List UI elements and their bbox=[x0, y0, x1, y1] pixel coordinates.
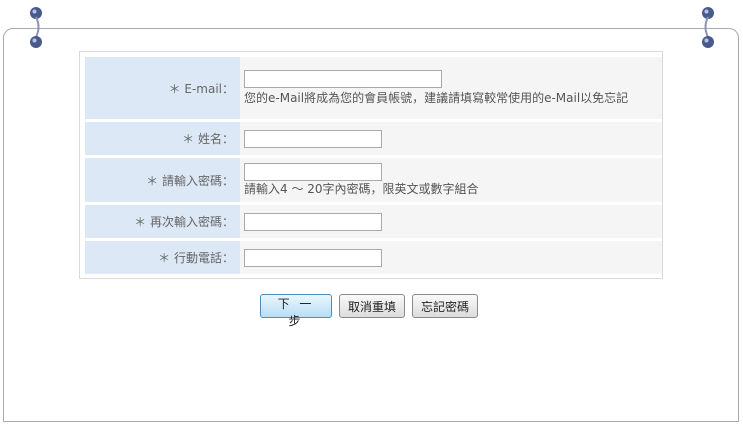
name-field-cell bbox=[240, 122, 662, 155]
password-note: 請輸入4 ～ 20字內密碼，限英文或數字組合 bbox=[244, 181, 479, 196]
email-field-cell: 您的e-Mail將成為您的會員帳號，建議請填寫較常使用的e-Mail以免忘記 bbox=[240, 57, 662, 119]
name-input[interactable] bbox=[244, 129, 382, 148]
reset-button[interactable]: 取消重填 bbox=[339, 294, 406, 318]
registration-form: ＊ E-mail： 您的e-Mail將成為您的會員帳號，建議請填寫較常使用的e-… bbox=[79, 51, 663, 279]
form-buttons: 下 一 步 取消重填 忘記密碼 bbox=[260, 294, 479, 328]
email-row: ＊ E-mail： 您的e-Mail將成為您的會員帳號，建議請填寫較常使用的e-… bbox=[85, 57, 662, 119]
binder-ring-icon bbox=[29, 5, 43, 49]
mobile-label: ＊ 行動電話： bbox=[85, 241, 240, 274]
password-label: ＊ 請輸入密碼： bbox=[85, 158, 240, 202]
confirm-password-label: ＊ 再次輸入密碼： bbox=[85, 205, 240, 238]
mobile-input[interactable] bbox=[244, 248, 382, 267]
name-label: ＊ 姓名： bbox=[85, 122, 240, 155]
binder-ring-icon bbox=[701, 5, 715, 49]
confirm-password-input[interactable] bbox=[244, 212, 382, 231]
password-row: ＊ 請輸入密碼： 請輸入4 ～ 20字內密碼，限英文或數字組合 bbox=[85, 158, 662, 202]
form-table: ＊ E-mail： 您的e-Mail將成為您的會員帳號，建議請填寫較常使用的e-… bbox=[85, 54, 662, 277]
mobile-row: ＊ 行動電話： bbox=[85, 241, 662, 274]
password-field-cell: 請輸入4 ～ 20字內密碼，限英文或數字組合 bbox=[240, 158, 662, 202]
forgot-password-button[interactable]: 忘記密碼 bbox=[412, 294, 479, 318]
next-step-button[interactable]: 下 一 步 bbox=[260, 294, 332, 328]
email-label: ＊ E-mail： bbox=[85, 57, 240, 119]
password-input[interactable] bbox=[244, 162, 382, 181]
confirm-password-field-cell bbox=[240, 205, 662, 238]
confirm-password-row: ＊ 再次輸入密碼： bbox=[85, 205, 662, 238]
email-note: 您的e-Mail將成為您的會員帳號，建議請填寫較常使用的e-Mail以免忘記 bbox=[244, 90, 629, 105]
mobile-field-cell bbox=[240, 241, 662, 274]
email-input[interactable] bbox=[244, 69, 442, 88]
name-row: ＊ 姓名： bbox=[85, 122, 662, 155]
